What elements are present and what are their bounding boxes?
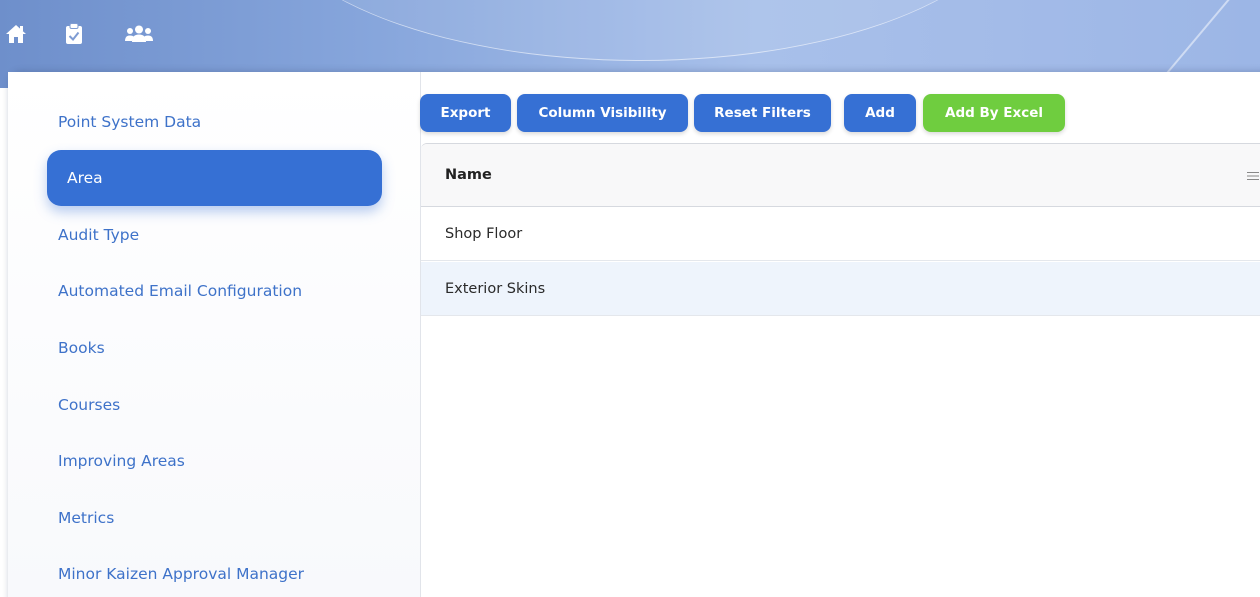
sidebar-item-point-system-data[interactable]: Point System Data <box>38 94 373 150</box>
header-decoration-line <box>1162 0 1236 78</box>
sidebar-item-audit-type[interactable]: Audit Type <box>38 207 373 263</box>
add-button[interactable]: Add <box>844 94 916 132</box>
cell-name: Exterior Skins <box>445 280 546 297</box>
sidebar-item-label: Point System Data <box>58 113 202 131</box>
data-grid: Name Shop Floor Exterior Skins <box>421 143 1260 597</box>
sidebar-item-label: Metrics <box>58 509 115 527</box>
column-visibility-button[interactable]: Column Visibility <box>517 94 688 132</box>
sidebar-item-automated-email-configuration[interactable]: Automated Email Configuration <box>38 263 373 319</box>
reset-filters-button[interactable]: Reset Filters <box>694 94 831 132</box>
sidebar-item-label: Automated Email Configuration <box>58 282 303 300</box>
sidebar-item-label: Area <box>67 169 103 187</box>
sidebar-item-improving-areas[interactable]: Improving Areas <box>38 433 373 489</box>
export-button[interactable]: Export <box>420 94 511 132</box>
table-row[interactable]: Shop Floor <box>421 207 1260 261</box>
home-icon[interactable] <box>4 22 28 46</box>
sidebar-item-label: Books <box>58 339 105 357</box>
sidebar-item-area[interactable]: Area <box>47 150 382 206</box>
header-decoration <box>260 0 1020 61</box>
sidebar-item-label: Improving Areas <box>58 452 185 470</box>
grid-header: Name <box>421 144 1260 207</box>
sidebar-item-label: Minor Kaizen Approval Manager <box>58 565 305 583</box>
hamburger-menu-icon[interactable] <box>1246 168 1260 182</box>
table-row[interactable]: Exterior Skins <box>421 262 1260 316</box>
sidebar-item-minor-kaizen-approval-manager[interactable]: Minor Kaizen Approval Manager <box>38 546 373 597</box>
users-icon[interactable] <box>124 22 154 46</box>
add-by-excel-button[interactable]: Add By Excel <box>923 94 1065 132</box>
clipboard-check-icon[interactable] <box>62 22 86 46</box>
sidebar-item-label: Courses <box>58 396 121 414</box>
sidebar-item-courses[interactable]: Courses <box>38 377 373 433</box>
sidebar-item-metrics[interactable]: Metrics <box>38 490 373 546</box>
sidebar-item-books[interactable]: Books <box>38 320 373 376</box>
cell-name: Shop Floor <box>445 225 523 242</box>
column-header-name[interactable]: Name <box>445 167 492 183</box>
sidebar-item-label: Audit Type <box>58 226 140 244</box>
